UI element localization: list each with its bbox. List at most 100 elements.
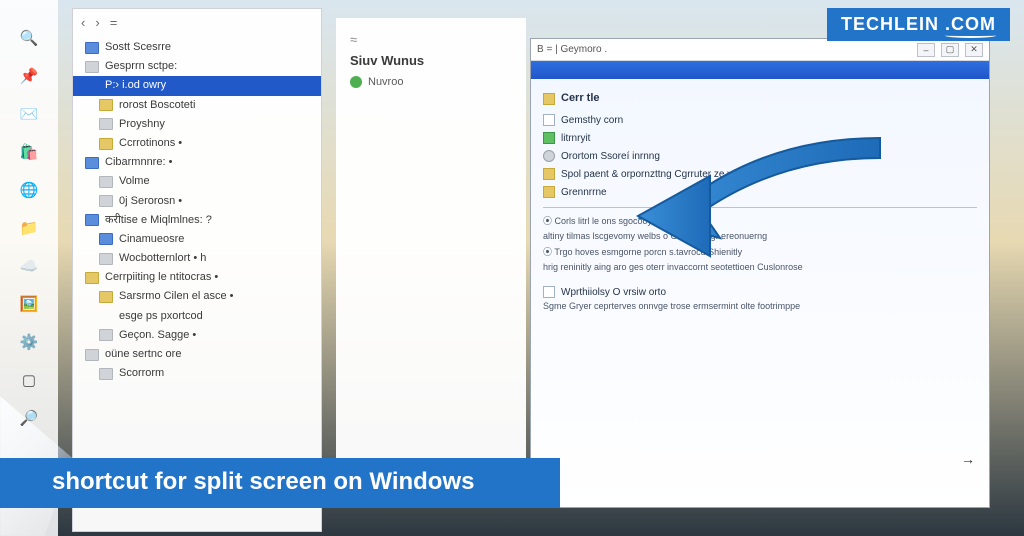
- caption-text: shortcut for split screen on Windows: [52, 468, 474, 495]
- tree-item-label: Gesprrn sctpe:: [105, 60, 177, 73]
- box-icon: [543, 114, 555, 126]
- grey-icon: [85, 349, 99, 361]
- tree-item-label: Wocbotternlort • h: [119, 252, 206, 265]
- watermark-part2: .COM: [945, 14, 996, 35]
- tree-item[interactable]: Volme: [73, 172, 321, 191]
- folder-icon: [99, 99, 113, 111]
- tree-item-label: esge ps pxortcod: [119, 310, 203, 323]
- tree-item-label: Cinamueosre: [119, 233, 184, 246]
- left-panel: ‹ › = Sostt Scesrre Gesprrn sctpe: P:› i.o…: [72, 8, 322, 532]
- tree-item[interactable]: Ccrrotinons •: [73, 134, 321, 153]
- ribbon: [531, 61, 989, 79]
- middle-panel: ≈ Siuv Wunus Nuvroo: [336, 18, 526, 498]
- radio-icon[interactable]: ⦿: [543, 247, 554, 257]
- tree-item-label: Ccrrotinons •: [119, 137, 182, 150]
- blue-icon: [85, 42, 99, 54]
- right-content: Cerr tle Gemsthy corn litrnryit Orortom Ss…: [531, 79, 989, 507]
- list-item[interactable]: litrnryit: [543, 129, 977, 147]
- gear-icon: [543, 150, 555, 162]
- radio-icon[interactable]: ⦿: [543, 216, 555, 226]
- mid-row: Nuvroo: [350, 76, 512, 88]
- search-icon[interactable]: 🔍: [19, 28, 39, 48]
- folder-icon: [543, 168, 555, 180]
- tree-item-label: 0j Serorosn •: [119, 195, 182, 208]
- list-item-label: Grennrrne: [561, 187, 607, 198]
- body-text: altiny tilmas lscgevomy welbs o Gäeruorl…: [543, 229, 977, 244]
- status-dot-icon: [350, 76, 362, 88]
- tree-item[interactable]: करीtise e Miqlmlnes: ?: [73, 211, 321, 230]
- caption-bar: shortcut for split screen on Windows: [0, 458, 560, 508]
- tree-item[interactable]: Proyshny: [73, 115, 321, 134]
- blue-icon: [85, 214, 99, 226]
- list-item-label: Gemsthy corn: [561, 115, 623, 126]
- link-icon: ≈: [350, 32, 357, 47]
- mail-icon[interactable]: ✉️: [19, 104, 39, 124]
- search2-icon[interactable]: 🔎: [19, 408, 39, 428]
- tree-item[interactable]: Sarsrmo Cilen el asce •: [73, 287, 321, 306]
- tree-item-label: Cibarmnnre: •: [105, 156, 172, 169]
- tree-item[interactable]: Sostt Scesrre: [73, 38, 321, 57]
- folder-icon: [85, 272, 99, 284]
- grey-icon: [99, 329, 113, 341]
- separator: [543, 207, 977, 208]
- blue-icon: [85, 157, 99, 169]
- tree-item[interactable]: oüne sertnc ore: [73, 345, 321, 364]
- folder-icon: [543, 186, 555, 198]
- maximize-button[interactable]: ▢: [941, 43, 959, 57]
- section1-title: Cerr tle: [561, 92, 600, 104]
- tree-item[interactable]: Wocbotternlort • h: [73, 249, 321, 268]
- folder-icon: [99, 291, 113, 303]
- tree-item-label: Proyshny: [119, 118, 165, 131]
- pin-icon[interactable]: 📌: [19, 66, 39, 86]
- list-item[interactable]: Grennrrne: [543, 183, 977, 201]
- store-icon[interactable]: 🛍️: [19, 142, 39, 162]
- mid-title: Siuv Wunus: [350, 53, 512, 68]
- settings-icon[interactable]: ⚙️: [19, 332, 39, 352]
- tree-item-label: P:› i.od owry: [105, 79, 166, 92]
- tree-item[interactable]: 0j Serorosn •: [73, 192, 321, 211]
- tree-item[interactable]: P:› i.od owry: [73, 76, 321, 95]
- left-panel-toolbar: ‹ › =: [73, 9, 321, 36]
- window-title: B = | Geymoro .: [537, 44, 607, 55]
- page-icon: [543, 93, 555, 105]
- green-icon: [543, 132, 555, 144]
- tree-item-label: Volme: [119, 175, 150, 188]
- minimize-button[interactable]: –: [917, 43, 935, 57]
- tree-item-label: rorost Boscoteti: [119, 99, 195, 112]
- fwd-icon[interactable]: ›: [95, 15, 99, 30]
- explorer-icon[interactable]: 📁: [19, 218, 39, 238]
- tree-item[interactable]: Geçon. Sagge •: [73, 326, 321, 345]
- tree-item-label: करीtise e Miqlmlnes: ?: [105, 214, 212, 227]
- list-item-label: Spol paent & orpornzttng Cgrruter ze vec…: [561, 169, 748, 180]
- tree-item[interactable]: Cerrpiiting le ntitocras •: [73, 268, 321, 287]
- grey-icon: [99, 176, 113, 188]
- arrow-right-icon: →: [961, 451, 975, 467]
- tree-item[interactable]: Cinamueosre: [73, 230, 321, 249]
- list-item[interactable]: Spol paent & orpornzttng Cgrruter ze vec…: [543, 165, 977, 183]
- titlebar: B = | Geymoro . – ▢ ✕: [531, 39, 989, 61]
- folder-icon: [99, 138, 113, 150]
- tool-icon: [543, 286, 555, 298]
- tree-item-label: Geçon. Sagge •: [119, 329, 196, 342]
- tree-item-label: oüne sertnc ore: [105, 348, 181, 361]
- photos-icon[interactable]: 🖼️: [19, 294, 39, 314]
- tree-item[interactable]: rorost Boscoteti: [73, 96, 321, 115]
- tree-item[interactable]: Cibarmnnre: •: [73, 153, 321, 172]
- body-text: ⦿ Corls litrl le ons sgocooyors of espeç…: [543, 214, 977, 229]
- section3-head: Wprthiiolsy O vrsiw orto: [561, 287, 666, 298]
- list-item[interactable]: Orortom Ssoreí inrnng: [543, 147, 977, 165]
- close-button[interactable]: ✕: [965, 43, 983, 57]
- terminal-icon[interactable]: ▢: [19, 370, 39, 390]
- tree-item[interactable]: Gesprrn sctpe:: [73, 57, 321, 76]
- tree: Sostt Scesrre Gesprrn sctpe: P:› i.od owry…: [73, 36, 321, 389]
- list-item-label: Orortom Ssoreí inrnng: [561, 151, 660, 162]
- grey-icon: [99, 195, 113, 207]
- back-icon[interactable]: ‹: [81, 15, 85, 30]
- tree-item[interactable]: Scorrorm: [73, 364, 321, 383]
- section3-body: Sgme Gryer ceprterves onnvge trose ermse…: [543, 301, 977, 312]
- menu-icon[interactable]: =: [110, 15, 118, 30]
- cloud-icon[interactable]: ☁️: [19, 256, 39, 276]
- edge-icon[interactable]: 🌐: [19, 180, 39, 200]
- list-item[interactable]: Gemsthy corn: [543, 111, 977, 129]
- tree-item[interactable]: esge ps pxortcod: [73, 307, 321, 326]
